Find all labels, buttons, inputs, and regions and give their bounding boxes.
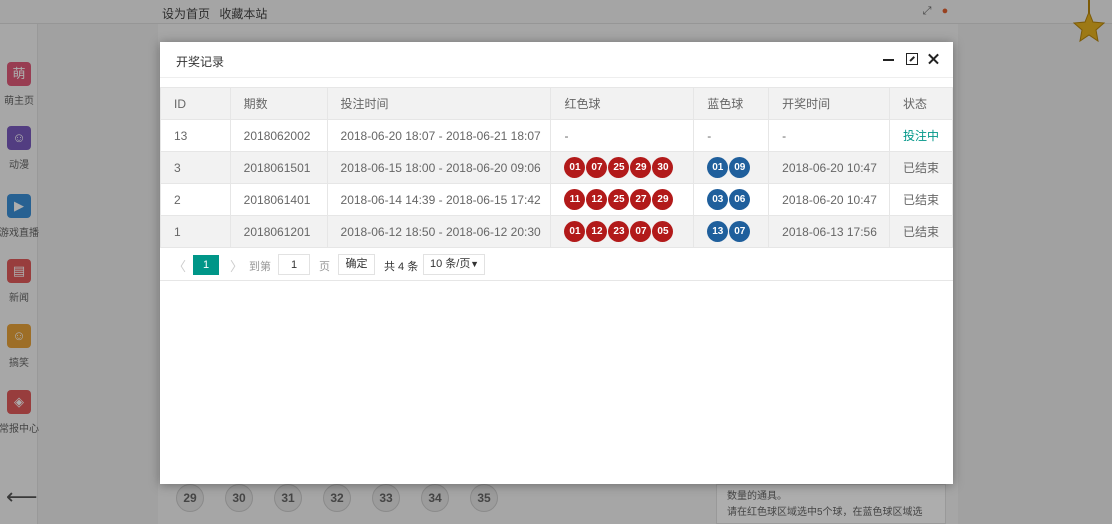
- red-ball: 29: [630, 157, 652, 178]
- red-ball: 05: [652, 221, 674, 242]
- cell-draw-time: -: [768, 119, 891, 152]
- blue-ball: 09: [729, 157, 751, 178]
- red-ball: 07: [630, 221, 652, 242]
- prev-page-icon[interactable]: 〈: [173, 256, 186, 275]
- cell-period: 2018062002: [229, 119, 328, 152]
- goto-label: 到第: [249, 261, 271, 273]
- table-row[interactable]: 1 2018061201 2018-06-12 18:50 - 2018-06-…: [160, 215, 953, 248]
- blue-ball: 01: [707, 157, 729, 178]
- caret-down-icon: ▼: [470, 259, 479, 269]
- blue-ball: 07: [729, 221, 751, 242]
- cell-red-balls: 01 12 23 07 05: [550, 215, 695, 248]
- cell-id: 1: [160, 215, 231, 248]
- cell-blue-balls: 03 06: [693, 183, 770, 216]
- red-ball: 01: [564, 221, 586, 242]
- red-ball: 23: [608, 221, 630, 242]
- red-ball: 07: [586, 157, 608, 178]
- status-badge: 已结束: [889, 151, 953, 184]
- cell-period: 2018061201: [229, 215, 328, 248]
- table-row[interactable]: 2 2018061401 2018-06-14 14:39 - 2018-06-…: [160, 183, 953, 216]
- page-unit-label: 页: [319, 261, 330, 273]
- status-badge: 投注中: [889, 119, 953, 152]
- column-header-status[interactable]: 状态: [889, 87, 953, 120]
- red-ball: 25: [608, 189, 630, 210]
- column-header-id[interactable]: ID: [160, 87, 231, 120]
- status-badge: 已结束: [889, 183, 953, 216]
- cell-draw-time: 2018-06-13 17:56: [768, 215, 891, 248]
- blue-ball: 13: [707, 221, 729, 242]
- total-count: 共 4 条: [384, 261, 419, 273]
- cell-bet-time: 2018-06-15 18:00 - 2018-06-20 09:06: [326, 151, 552, 184]
- cell-red-balls: 11 12 25 27 29: [550, 183, 695, 216]
- cell-id: 2: [160, 183, 231, 216]
- pagination: 〈 1 〉 到第 页 确定 共 4 条 10 条/页 ▼: [160, 248, 953, 281]
- next-page-icon[interactable]: 〉: [230, 256, 243, 275]
- status-badge: 已结束: [889, 215, 953, 248]
- cell-id: 13: [160, 119, 231, 152]
- cell-period: 2018061401: [229, 183, 328, 216]
- cell-id: 3: [160, 151, 231, 184]
- current-page-button[interactable]: 1: [193, 255, 219, 275]
- lottery-records-dialog: 开奖记录 ID 期数 投注时间 红色球 蓝色球 开奖时间 状态 13 20180…: [160, 42, 953, 484]
- red-ball: 11: [564, 189, 586, 210]
- table-header-row: ID 期数 投注时间 红色球 蓝色球 开奖时间 状态: [160, 87, 953, 120]
- column-header-period[interactable]: 期数: [229, 87, 328, 120]
- cell-draw-time: 2018-06-20 10:47: [768, 183, 891, 216]
- column-header-draw-time[interactable]: 开奖时间: [768, 87, 891, 120]
- column-header-bet-time[interactable]: 投注时间: [326, 87, 552, 120]
- cell-blue-balls: 01 09: [693, 151, 770, 184]
- page-size-value: 10 条/页: [430, 258, 471, 270]
- red-ball: 01: [564, 157, 586, 178]
- table-row[interactable]: 13 2018062002 2018-06-20 18:07 - 2018-06…: [160, 119, 953, 152]
- red-ball: 30: [652, 157, 674, 178]
- minimize-icon[interactable]: [882, 52, 896, 66]
- cell-period: 2018061501: [229, 151, 328, 184]
- dialog-title: 开奖记录: [176, 55, 225, 69]
- blue-ball: 03: [707, 189, 729, 210]
- cell-red-balls: 01 07 25 29 30: [550, 151, 695, 184]
- column-header-red-balls[interactable]: 红色球: [550, 87, 695, 120]
- red-ball: 12: [586, 189, 608, 210]
- cell-bet-time: 2018-06-14 14:39 - 2018-06-15 17:42: [326, 183, 552, 216]
- blue-ball: 06: [729, 189, 751, 210]
- cell-blue-balls: -: [693, 119, 770, 152]
- red-ball: 12: [586, 221, 608, 242]
- column-header-blue-balls[interactable]: 蓝色球: [693, 87, 770, 120]
- cell-bet-time: 2018-06-12 18:50 - 2018-06-12 20:30: [326, 215, 552, 248]
- cell-draw-time: 2018-06-20 10:47: [768, 151, 891, 184]
- cell-bet-time: 2018-06-20 18:07 - 2018-06-21 18:07: [326, 119, 552, 152]
- dialog-header: 开奖记录: [160, 42, 953, 78]
- confirm-button[interactable]: 确定: [338, 254, 375, 275]
- cell-red-balls: -: [550, 119, 695, 152]
- maximize-icon[interactable]: [905, 52, 919, 66]
- goto-page-input[interactable]: [278, 254, 310, 275]
- records-table: ID 期数 投注时间 红色球 蓝色球 开奖时间 状态 13 2018062002…: [160, 87, 953, 248]
- red-ball: 29: [652, 189, 674, 210]
- close-icon[interactable]: [927, 52, 941, 66]
- red-ball: 25: [608, 157, 630, 178]
- cell-blue-balls: 13 07: [693, 215, 770, 248]
- page-size-select[interactable]: 10 条/页 ▼: [423, 254, 485, 275]
- red-ball: 27: [630, 189, 652, 210]
- table-row[interactable]: 3 2018061501 2018-06-15 18:00 - 2018-06-…: [160, 151, 953, 184]
